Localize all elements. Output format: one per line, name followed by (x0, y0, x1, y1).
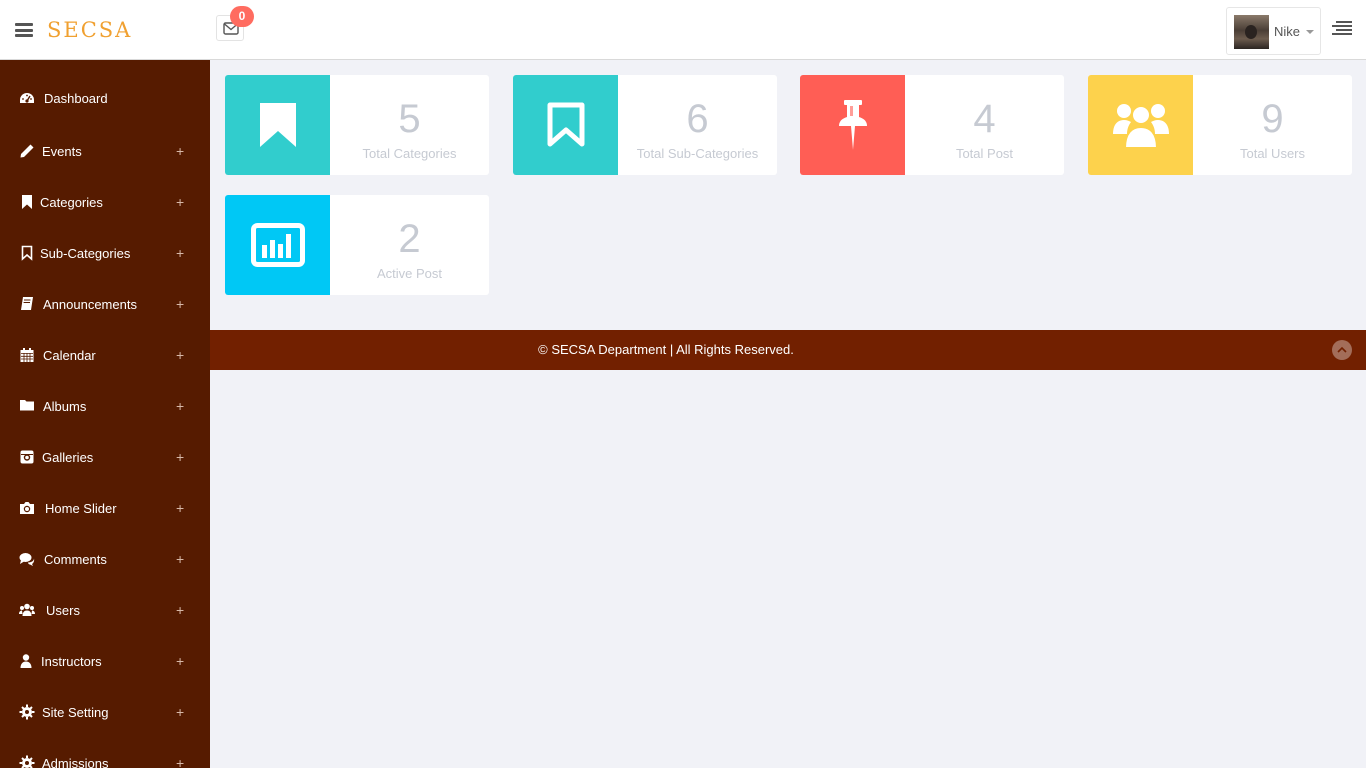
sidebar-item-admissions[interactable]: Admissions + (0, 737, 210, 768)
sidebar-item-label: Users (46, 603, 80, 618)
thumbtack-icon (838, 100, 867, 150)
sidebar-item-site-setting[interactable]: Site Setting + (0, 686, 210, 737)
bookmark-outline-icon (21, 245, 33, 261)
comments-icon (19, 553, 35, 566)
sidebar-item-comments[interactable]: Comments + (0, 533, 210, 584)
expand-icon: + (176, 704, 185, 720)
sidebar-item-label: Dashboard (44, 91, 108, 106)
bookmark-icon (22, 195, 32, 209)
stat-value: 6 (686, 97, 709, 141)
user-menu-button[interactable]: Nike (1226, 7, 1321, 55)
stat-card-active-post[interactable]: 2 Active Post (225, 195, 489, 295)
sidebar-item-categories[interactable]: Categories + (0, 176, 210, 227)
stat-value: 5 (398, 97, 421, 141)
sidebar: Dashboard Events + Categories + Sub-Cate… (0, 60, 210, 768)
sidebar-item-calendar[interactable]: Calendar + (0, 329, 210, 380)
folder-icon (20, 400, 34, 411)
expand-icon: + (176, 602, 185, 618)
top-header: SECSA 0 Nike (0, 0, 1366, 60)
users-icon (1112, 104, 1169, 149)
sidebar-item-label: Calendar (43, 348, 96, 363)
expand-icon: + (176, 755, 185, 768)
sidebar-item-sub-categories[interactable]: Sub-Categories + (0, 227, 210, 278)
users-icon (19, 603, 35, 616)
sidebar-item-label: Sub-Categories (40, 246, 131, 261)
bar-chart-icon (250, 223, 305, 267)
gear-icon (19, 755, 35, 768)
stat-label: Total Categories (362, 146, 457, 161)
stat-label: Total Sub-Categories (636, 146, 759, 161)
sidebar-item-label: Albums (43, 399, 87, 414)
avatar (1234, 15, 1269, 49)
stat-value: 9 (1261, 97, 1284, 141)
sidebar-item-label: Instructors (41, 654, 102, 669)
sidebar-item-announcements[interactable]: Announcements + (0, 278, 210, 329)
dashboard-icon (20, 93, 34, 103)
expand-icon: + (176, 245, 185, 261)
card-icon-panel (513, 75, 618, 175)
sidebar-item-label: Comments (44, 552, 107, 567)
sidebar-item-label: Events (42, 144, 82, 159)
pencil-icon (20, 144, 34, 158)
expand-icon: + (176, 347, 185, 363)
card-icon-panel (225, 195, 330, 295)
card-icon-panel (1088, 75, 1193, 175)
stat-card-total-categories[interactable]: 5 Total Categories (225, 75, 489, 175)
expand-icon: + (176, 551, 185, 567)
expand-icon: + (176, 500, 185, 516)
bookmark-outline-icon (547, 102, 584, 147)
stat-label: Total Post (955, 146, 1014, 161)
stat-card-total-sub-categories[interactable]: 6 Total Sub-Categories (513, 75, 777, 175)
sidebar-item-label: Announcements (43, 297, 137, 312)
expand-icon: + (176, 449, 185, 465)
user-icon (20, 654, 32, 668)
bookmark-icon (259, 103, 296, 147)
card-icon-panel (800, 75, 905, 175)
scroll-to-top-button[interactable] (1332, 340, 1352, 360)
sidebar-item-instructors[interactable]: Instructors + (0, 635, 210, 686)
sidebar-item-label: Galleries (42, 450, 94, 465)
gear-icon (19, 704, 35, 720)
sidebar-item-label: Site Setting (42, 705, 109, 720)
expand-icon: + (176, 296, 185, 312)
sidebar-item-events[interactable]: Events + (0, 125, 210, 176)
sidebar-item-home-slider[interactable]: Home Slider + (0, 482, 210, 533)
card-icon-panel (225, 75, 330, 175)
stat-value: 2 (398, 217, 421, 261)
sidebar-item-label: Categories (40, 195, 103, 210)
stat-label: Active Post (376, 266, 443, 281)
book-icon (21, 297, 33, 310)
page-footer: © SECSA Department | All Rights Reserved… (210, 330, 1366, 370)
user-name: Nike (1274, 24, 1301, 39)
camera-icon (20, 502, 34, 514)
stat-card-total-post[interactable]: 4 Total Post (800, 75, 1064, 175)
copyright-text: © SECSA Department | All Rights Reserved… (538, 342, 794, 357)
expand-icon: + (176, 398, 185, 414)
sidebar-item-dashboard[interactable]: Dashboard (0, 73, 210, 124)
caret-down-icon (1306, 30, 1314, 34)
align-right-icon[interactable] (1332, 21, 1352, 37)
expand-icon: + (176, 143, 185, 159)
stat-value: 4 (973, 97, 996, 141)
brand-logo[interactable]: SECSA (47, 18, 132, 42)
stat-label: Total Users (1239, 146, 1306, 161)
sidebar-item-label: Admissions (42, 756, 109, 768)
sidebar-item-users[interactable]: Users + (0, 584, 210, 635)
calendar-icon (20, 348, 34, 362)
expand-icon: + (176, 653, 185, 669)
sidebar-item-galleries[interactable]: Galleries + (0, 431, 210, 482)
stat-card-total-users[interactable]: 9 Total Users (1088, 75, 1352, 175)
sidebar-item-albums[interactable]: Albums + (0, 380, 210, 431)
sidebar-item-label: Home Slider (45, 501, 117, 516)
chevron-up-icon (1337, 346, 1347, 353)
expand-icon: + (176, 194, 185, 210)
messages-count-badge: 0 (230, 6, 254, 27)
instagram-icon (20, 450, 34, 464)
hamburger-icon[interactable] (15, 23, 33, 37)
